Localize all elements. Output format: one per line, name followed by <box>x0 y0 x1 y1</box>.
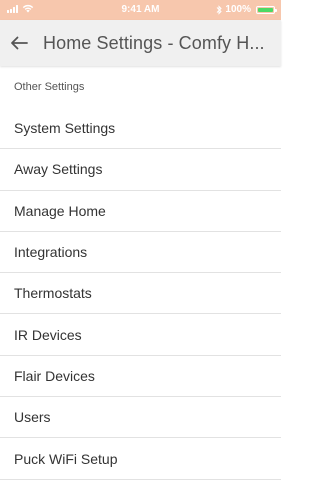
menu-item-integrations[interactable]: Integrations <box>0 232 281 274</box>
page-title: Home Settings - Comfy H... <box>43 33 265 53</box>
menu-item-flair-devices[interactable]: Flair Devices <box>0 356 281 398</box>
status-right: 100% <box>216 4 277 15</box>
nav-bar: Home Settings - Comfy H... <box>0 20 281 66</box>
battery-icon <box>256 5 277 14</box>
battery-fill <box>258 7 273 12</box>
back-arrow-icon <box>11 36 28 50</box>
status-bar: 9:41 AM 100% <box>0 0 281 20</box>
back-button[interactable] <box>6 31 32 55</box>
bluetooth-icon <box>217 4 223 15</box>
menu-item-system-settings[interactable]: System Settings <box>0 108 281 150</box>
menu-item-puck-wifi-setup[interactable]: Puck WiFi Setup <box>0 438 281 480</box>
battery-percent: 100% <box>225 4 251 15</box>
menu-item-away-settings[interactable]: Away Settings <box>0 149 281 191</box>
section-header: Other Settings <box>14 81 85 93</box>
menu-item-users[interactable]: Users <box>0 397 281 439</box>
menu-item-thermostats[interactable]: Thermostats <box>0 273 281 315</box>
settings-menu: System Settings Away Settings Manage Hom… <box>0 108 281 480</box>
menu-item-ir-devices[interactable]: IR Devices <box>0 314 281 356</box>
menu-item-manage-home[interactable]: Manage Home <box>0 191 281 232</box>
